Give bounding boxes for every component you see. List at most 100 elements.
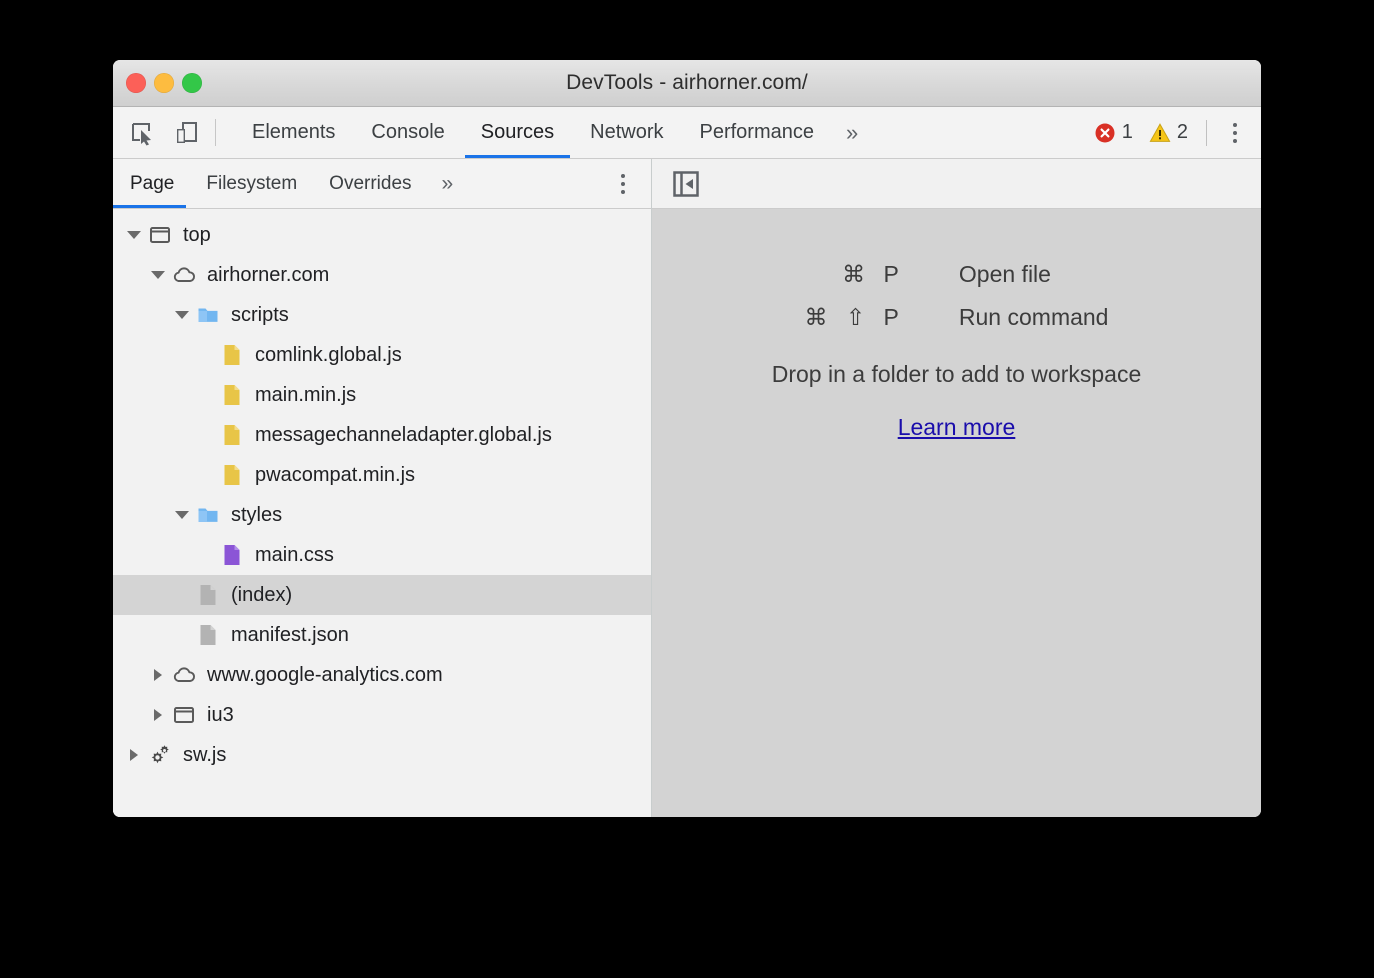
doc-icon — [193, 575, 223, 615]
maximize-button[interactable] — [182, 73, 202, 93]
tab-sources-label: Sources — [481, 121, 554, 144]
navigator-menu-icon[interactable] — [609, 159, 637, 208]
navigator-more-tabs-icon[interactable]: » — [428, 159, 468, 208]
toolbar-divider — [215, 119, 216, 146]
twisty-placeholder — [195, 415, 217, 455]
tree-item-label: scripts — [229, 304, 289, 327]
cloud-icon — [169, 255, 199, 295]
tree-item-label: top — [181, 224, 211, 247]
shortcut-desc-run-command: Run command — [959, 304, 1109, 331]
css-icon — [217, 535, 247, 575]
js-icon — [217, 415, 247, 455]
editor-tabbar — [652, 159, 1261, 209]
tab-elements-label: Elements — [252, 121, 335, 144]
shortcut-desc-open-file: Open file — [959, 261, 1109, 288]
twisty-placeholder — [171, 615, 193, 655]
js-icon — [217, 335, 247, 375]
close-button[interactable] — [126, 73, 146, 93]
chevron-right-icon[interactable] — [123, 735, 145, 775]
tree-item-airhorner-com[interactable]: airhorner.com — [113, 255, 651, 295]
cloud-icon — [169, 655, 199, 695]
window-titlebar: DevTools - airhorner.com/ — [113, 60, 1261, 107]
error-count: 1 — [1122, 121, 1133, 144]
chevron-right-icon[interactable] — [147, 655, 169, 695]
editor-pane: ⌘ P Open file ⌘ ⇧ P Run command Drop in … — [652, 159, 1261, 817]
tree-item-label: (index) — [229, 584, 292, 607]
frame-icon — [169, 695, 199, 735]
tree-item-pwacompat-min-js[interactable]: pwacompat.min.js — [113, 455, 651, 495]
tree-item-label: pwacompat.min.js — [253, 464, 415, 487]
tree-item-label: main.css — [253, 544, 334, 567]
tab-performance-label: Performance — [700, 121, 815, 144]
shortcut-keys-run-command: ⌘ ⇧ P — [805, 304, 905, 331]
error-count-button[interactable]: 1 — [1090, 121, 1137, 144]
tree-item-top[interactable]: top — [113, 215, 651, 255]
tree-item-label: messagechanneladapter.global.js — [253, 424, 552, 447]
editor-placeholder: ⌘ P Open file ⌘ ⇧ P Run command Drop in … — [652, 209, 1261, 817]
panel-tabs: Elements Console Sources Network Perform… — [234, 107, 872, 158]
devtools-window: DevTools - airhorner.com/ — [113, 60, 1261, 817]
nav-tab-overrides-label: Overrides — [329, 173, 411, 195]
tab-sources[interactable]: Sources — [463, 107, 572, 158]
tree-item-label: sw.js — [181, 744, 226, 767]
chevron-down-icon[interactable] — [123, 215, 145, 255]
tab-performance[interactable]: Performance — [682, 107, 833, 158]
warning-count: 2 — [1177, 121, 1188, 144]
warning-icon — [1149, 122, 1171, 144]
collapse-sidebar-icon[interactable] — [672, 170, 700, 198]
tree-item-index[interactable]: (index) — [113, 575, 651, 615]
nav-tab-filesystem[interactable]: Filesystem — [190, 159, 313, 208]
tab-network-label: Network — [590, 121, 663, 144]
nav-tab-overrides[interactable]: Overrides — [313, 159, 427, 208]
tree-item-main-min-js[interactable]: main.min.js — [113, 375, 651, 415]
window-title: DevTools - airhorner.com/ — [113, 71, 1261, 95]
doc-icon — [193, 615, 223, 655]
file-tree[interactable]: top airhorner.com scripts comlink.global.js… — [113, 209, 651, 817]
twisty-placeholder — [195, 455, 217, 495]
drop-folder-hint: Drop in a folder to add to workspace — [772, 361, 1141, 388]
device-toolbar-icon[interactable] — [171, 118, 201, 148]
tree-item-label: main.min.js — [253, 384, 356, 407]
twisty-placeholder — [195, 535, 217, 575]
nav-tab-filesystem-label: Filesystem — [206, 173, 297, 195]
tree-item-main-css[interactable]: main.css — [113, 535, 651, 575]
learn-more-link[interactable]: Learn more — [898, 414, 1016, 441]
chevron-down-icon[interactable] — [171, 495, 193, 535]
panel-tabbar: Elements Console Sources Network Perform… — [113, 107, 1261, 159]
tree-item-www-google-analytics-com[interactable]: www.google-analytics.com — [113, 655, 651, 695]
tree-item-label: styles — [229, 504, 282, 527]
more-tabs-icon[interactable]: » — [832, 107, 872, 158]
navigator-tabbar: Page Filesystem Overrides » — [113, 159, 651, 209]
tree-item-styles[interactable]: styles — [113, 495, 651, 535]
minimize-button[interactable] — [154, 73, 174, 93]
inspect-element-icon[interactable] — [127, 118, 157, 148]
tab-elements[interactable]: Elements — [234, 107, 353, 158]
nav-tab-page-label: Page — [130, 173, 174, 195]
twisty-placeholder — [195, 335, 217, 375]
chevron-right-icon[interactable] — [147, 695, 169, 735]
toolbar-right-group: 1 2 — [1090, 107, 1261, 158]
tree-item-scripts[interactable]: scripts — [113, 295, 651, 335]
tree-item-label: www.google-analytics.com — [205, 664, 443, 687]
main-menu-icon[interactable] — [1221, 116, 1249, 150]
tab-console[interactable]: Console — [353, 107, 462, 158]
folder-icon — [193, 295, 223, 335]
js-icon — [217, 455, 247, 495]
chevron-down-icon[interactable] — [171, 295, 193, 335]
tree-item-iu3[interactable]: iu3 — [113, 695, 651, 735]
toolbar-icon-group — [113, 107, 201, 158]
navigator-pane: Page Filesystem Overrides » top airhorner… — [113, 159, 652, 817]
traffic-lights — [126, 60, 202, 106]
nav-tab-page[interactable]: Page — [113, 159, 190, 208]
tab-network[interactable]: Network — [572, 107, 681, 158]
shortcut-list: ⌘ P Open file ⌘ ⇧ P Run command — [805, 261, 1109, 331]
tree-item-messagechanneladapter-global-js[interactable]: messagechanneladapter.global.js — [113, 415, 651, 455]
tree-item-sw-js[interactable]: sw.js — [113, 735, 651, 775]
folder-icon — [193, 495, 223, 535]
chevron-down-icon[interactable] — [147, 255, 169, 295]
tab-console-label: Console — [371, 121, 444, 144]
warning-count-button[interactable]: 2 — [1145, 121, 1192, 144]
tree-item-manifest-json[interactable]: manifest.json — [113, 615, 651, 655]
tree-item-comlink-global-js[interactable]: comlink.global.js — [113, 335, 651, 375]
twisty-placeholder — [171, 575, 193, 615]
